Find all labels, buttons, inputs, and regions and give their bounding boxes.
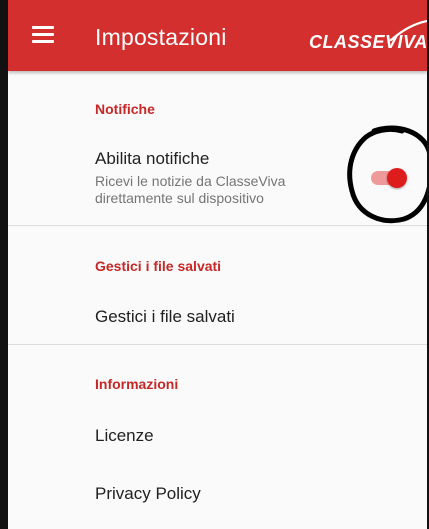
section-header-files: Gestici i file salvati — [95, 258, 222, 274]
divider — [8, 344, 427, 345]
pref-title: Privacy Policy — [95, 484, 201, 503]
pref-enable-notifications[interactable]: Abilita notifiche Ricevi le notizie da C… — [8, 138, 427, 224]
notifications-toggle[interactable] — [371, 168, 407, 188]
section-header-info: Informazioni — [95, 376, 179, 392]
pref-title: Abilita notifiche — [95, 149, 210, 168]
section-header-notifiche: Notifiche — [95, 101, 155, 117]
settings-screen: Impostazioni CLASSEVIVA Notifiche Abilit… — [8, 0, 427, 529]
pref-title: Gestici i file salvati — [95, 307, 235, 326]
device-frame-left — [0, 0, 8, 529]
pref-manage-files[interactable]: Gestici i file salvati — [8, 290, 427, 344]
app-bar: Impostazioni CLASSEVIVA — [8, 0, 427, 71]
classeviva-logo: CLASSEVIVA — [309, 20, 427, 60]
hamburger-menu-icon[interactable] — [32, 26, 54, 44]
pref-privacy-policy[interactable]: Privacy Policy — [8, 466, 427, 522]
toggle-thumb — [387, 168, 407, 188]
pref-summary: Ricevi le notizie da ClasseViva direttam… — [95, 173, 286, 206]
divider — [8, 225, 427, 226]
logo-swoosh-icon — [389, 20, 427, 42]
pref-licenses[interactable]: Licenze — [8, 408, 427, 464]
page-title: Impostazioni — [95, 24, 227, 50]
pref-title: Licenze — [95, 426, 154, 445]
